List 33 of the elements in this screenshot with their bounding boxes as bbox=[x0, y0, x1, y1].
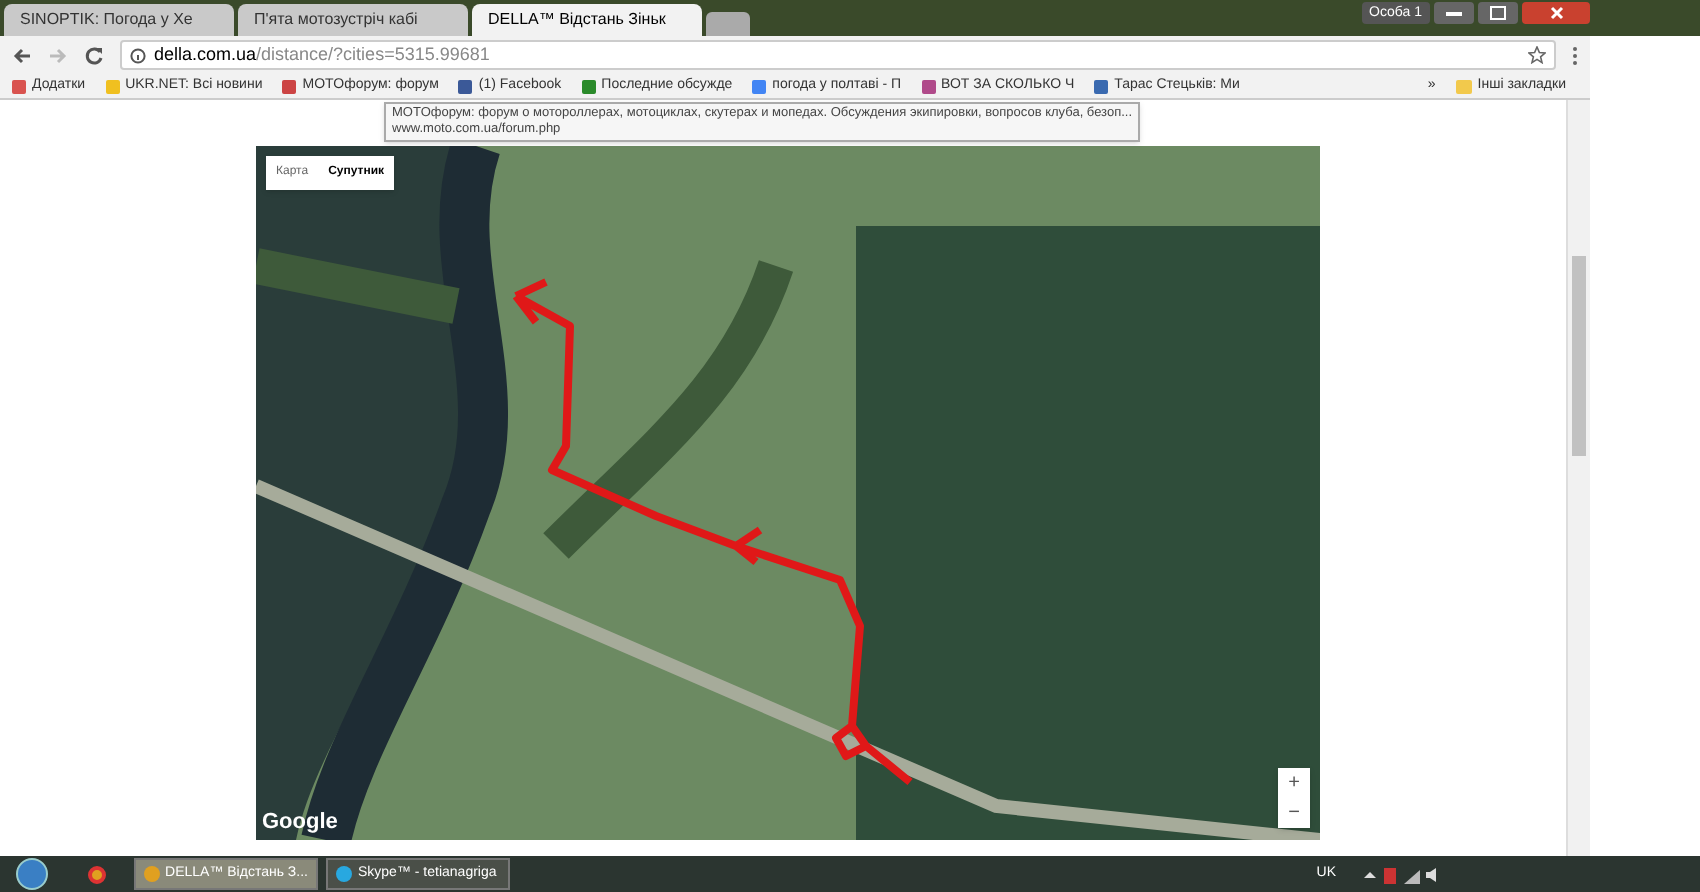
close-icon bbox=[1549, 6, 1563, 20]
star-icon[interactable] bbox=[1528, 46, 1546, 64]
zoom-out-button[interactable]: − bbox=[1278, 798, 1310, 828]
zoom-in-button[interactable]: + bbox=[1278, 768, 1310, 798]
map-logo: Google bbox=[262, 807, 338, 837]
reload-icon[interactable] bbox=[84, 45, 104, 65]
app-icon bbox=[336, 866, 352, 882]
url-text: della.com.ua/distance/?cities=5315.99681 bbox=[154, 41, 490, 68]
bookmark-favicon-icon bbox=[282, 79, 297, 93]
back-icon[interactable] bbox=[12, 45, 32, 65]
bookmark-favicon-icon bbox=[752, 79, 767, 93]
browser-tab[interactable]: П'ята мотозустріч кабі bbox=[238, 4, 468, 36]
close-button[interactable] bbox=[1522, 2, 1590, 24]
maximize-button[interactable] bbox=[1478, 2, 1518, 24]
bookmark-favicon-icon bbox=[921, 79, 936, 93]
browser-tab[interactable]: SINOPTIK: Погода у Хе bbox=[4, 4, 234, 36]
info-icon bbox=[130, 47, 146, 63]
maximize-icon bbox=[1490, 6, 1506, 20]
bookmark-favicon-icon bbox=[1094, 79, 1109, 93]
scrollbar-thumb[interactable] bbox=[1572, 256, 1586, 456]
folder-icon bbox=[1455, 79, 1472, 93]
chrome-taskbar-icon[interactable] bbox=[88, 865, 106, 883]
bookmark-favicon-icon bbox=[12, 79, 26, 93]
bookmark-favicon-icon bbox=[105, 79, 120, 93]
browser-tab[interactable]: DELLA™ Відстань Зіньк bbox=[472, 4, 702, 36]
app-icon bbox=[144, 866, 160, 882]
bookmark-favicon-icon bbox=[581, 79, 596, 93]
minimize-button[interactable] bbox=[1434, 2, 1474, 24]
menu-icon[interactable] bbox=[1572, 45, 1578, 65]
address-field[interactable]: della.com.ua/distance/?cities=5315.99681 bbox=[120, 40, 1556, 70]
start-button[interactable] bbox=[16, 858, 48, 890]
bookmark-favicon-icon bbox=[458, 79, 473, 93]
minimize-icon bbox=[1446, 10, 1462, 16]
